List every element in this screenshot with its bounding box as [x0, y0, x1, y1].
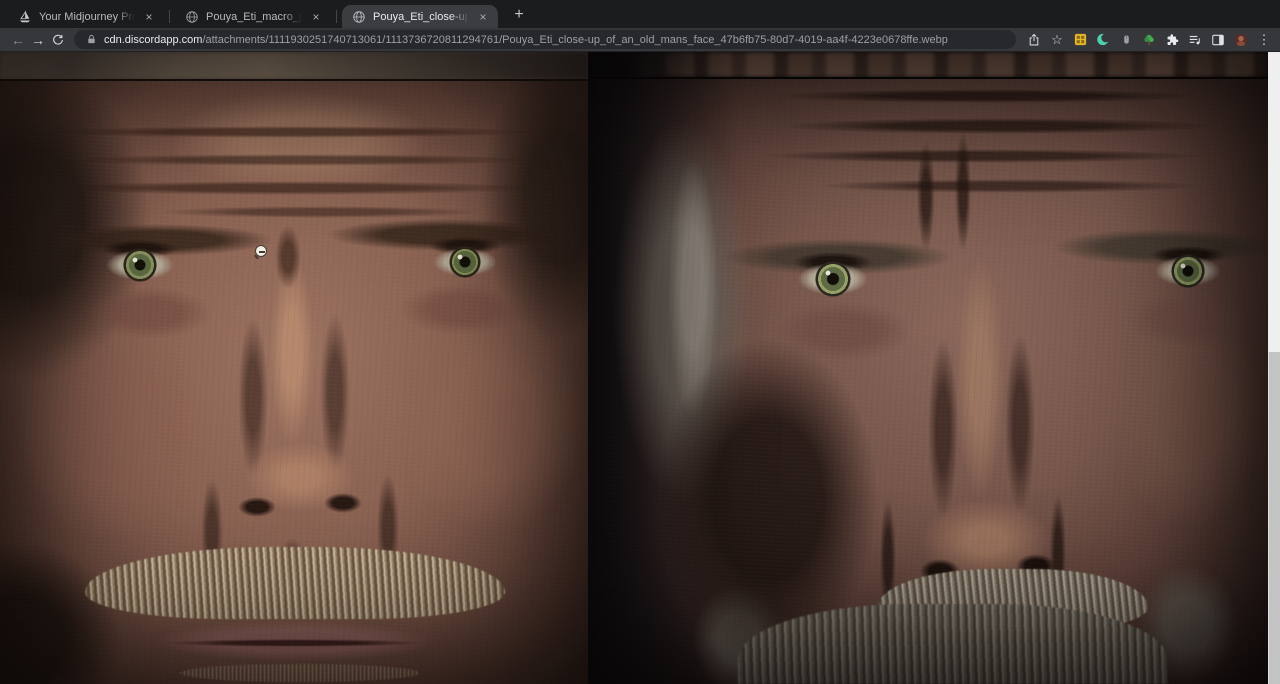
forward-button[interactable]: → [28, 32, 48, 48]
browser-window: Your Midjourney Profile × Pouya_Eti_macr… [0, 0, 1280, 684]
tab-separator [336, 10, 337, 23]
new-tab-button[interactable]: + [510, 6, 528, 24]
toolbar-right-icons: ☆ ⋮ [1026, 32, 1272, 48]
grid-extension-icon[interactable] [1072, 32, 1088, 48]
tab-macro-photo[interactable]: Pouya_Eti_macro_photo_of_a × [175, 5, 331, 28]
vertical-scrollbar[interactable] [1268, 52, 1280, 684]
zoom-out-cursor-icon [255, 245, 270, 260]
tab-strip: Your Midjourney Profile × Pouya_Eti_macr… [0, 0, 1280, 28]
lock-icon [86, 34, 97, 45]
tree-extension-icon[interactable] [1141, 32, 1157, 48]
tab-title: Pouya_Eti_macro_photo_of_a [206, 11, 305, 23]
tab-midjourney-profile[interactable]: Your Midjourney Profile × [8, 5, 164, 28]
page-url: cdn.discordapp.com/attachments/111193025… [104, 34, 948, 46]
profile-avatar[interactable] [1233, 32, 1249, 48]
bookmark-star-icon[interactable]: ☆ [1049, 32, 1065, 48]
mouse-extension-icon[interactable] [1118, 32, 1134, 48]
globe-icon [352, 10, 366, 24]
scrollbar-thumb[interactable] [1268, 352, 1280, 684]
side-panel-icon[interactable] [1210, 32, 1226, 48]
left-portrait-photo[interactable] [0, 52, 588, 684]
tab-close-icon[interactable]: × [476, 11, 490, 23]
page-content-image-viewer [0, 52, 1280, 684]
tab-separator [169, 10, 170, 23]
tab-close-icon[interactable]: × [309, 11, 323, 23]
tab-title: Pouya_Eti_close-up_of_an_ol [373, 11, 472, 23]
url-path: /attachments/1111930251740713061/1113736… [202, 34, 947, 46]
tab-title: Your Midjourney Profile [39, 11, 138, 23]
playlist-extension-icon[interactable] [1187, 32, 1203, 48]
address-bar[interactable]: cdn.discordapp.com/attachments/111193025… [74, 30, 1016, 49]
back-button[interactable]: ← [8, 32, 28, 48]
globe-icon [185, 10, 199, 24]
right-portrait-photo[interactable] [588, 52, 1268, 684]
extensions-puzzle-icon[interactable] [1164, 32, 1180, 48]
vignette-overlay [588, 52, 1268, 684]
menu-dots-icon[interactable]: ⋮ [1256, 32, 1272, 48]
magnifier-minus [259, 251, 265, 253]
dark-reader-moon-icon[interactable] [1095, 32, 1111, 48]
url-domain: cdn.discordapp.com [104, 34, 202, 46]
midjourney-sailboat-icon [18, 10, 32, 24]
share-icon[interactable] [1026, 32, 1042, 48]
reload-button[interactable] [48, 33, 68, 47]
vignette-overlay [0, 52, 588, 684]
tab-close-up-image-active[interactable]: Pouya_Eti_close-up_of_an_ol × [342, 5, 498, 28]
tab-close-icon[interactable]: × [142, 11, 156, 23]
browser-toolbar: ← → cdn.discordapp.com/attachments/11119… [0, 28, 1280, 52]
